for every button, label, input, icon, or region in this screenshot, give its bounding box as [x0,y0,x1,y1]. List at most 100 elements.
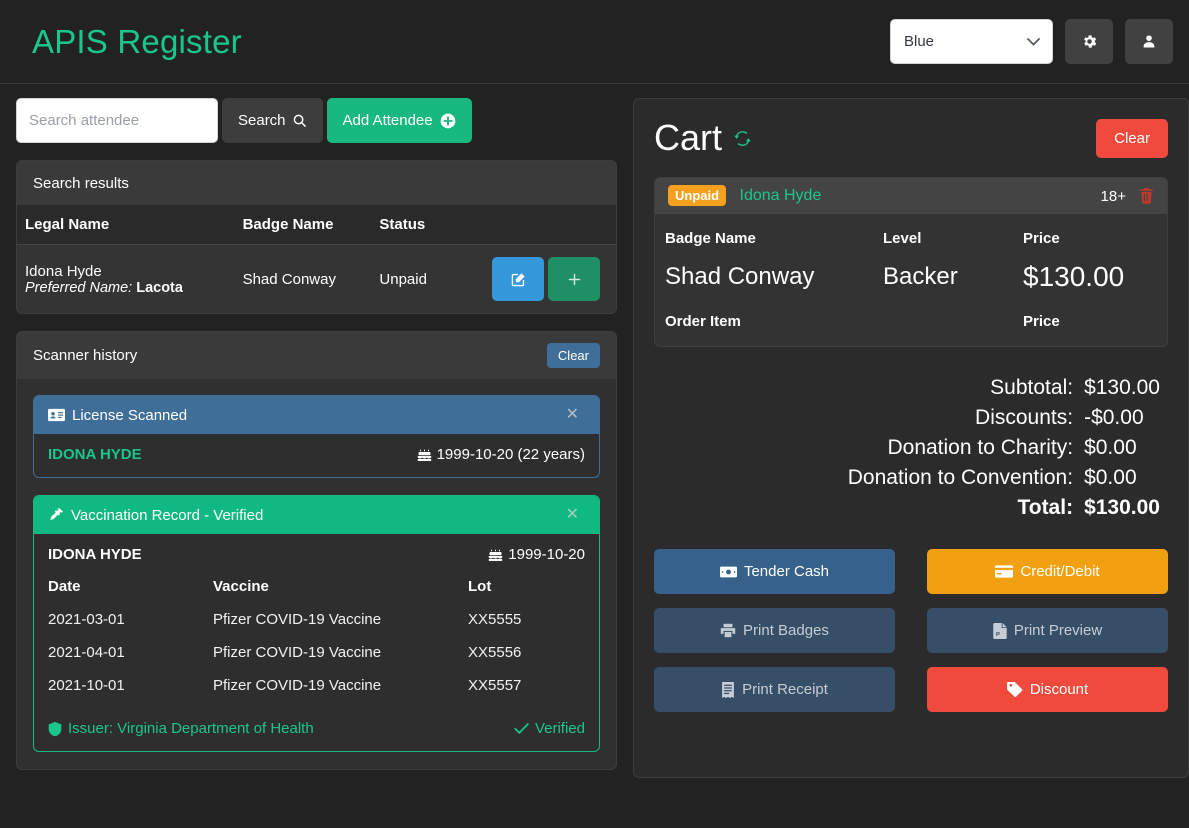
tender-cash-button[interactable]: Tender Cash [654,549,895,594]
id-card-icon [48,408,65,422]
print-receipt-label: Print Receipt [742,681,828,698]
table-row[interactable]: Idona Hyde Preferred Name: Lacota Shad C… [17,244,616,313]
cart-actions: Tender Cash Credit/Debit Print Badges P … [654,549,1168,712]
order-item-spacer [883,309,1023,334]
edit-attendee-button[interactable] [492,257,544,301]
add-attendee-button[interactable]: Add Attendee [326,98,472,143]
theme-select-wrapper[interactable]: Blue [890,19,1053,64]
cart-title-text: Cart [654,117,723,158]
license-scanned-card: License Scanned ✕ IDONA HYDE 1999-10-20 … [33,395,600,478]
svg-text:P: P [996,632,1000,638]
syringe-icon [48,507,64,523]
column-legal-name: Legal Name [17,205,235,245]
search-results-table: Legal Name Badge Name Status Idona Hyde … [17,205,616,313]
verified-text: Verified [534,720,585,737]
header-controls: Blue [890,19,1173,64]
close-icon[interactable]: ✕ [560,506,585,524]
donation-convention-value: $0.00 [1084,466,1137,489]
close-icon[interactable]: ✕ [560,406,585,424]
preferred-name-label: Preferred Name: [25,279,133,296]
print-badges-label: Print Badges [743,622,829,639]
cell-status: Unpaid [371,244,451,313]
tender-cash-label: Tender Cash [743,563,830,580]
plus-icon [566,271,583,288]
vaccination-card-header: Vaccination Record - Verified ✕ [34,496,599,534]
birthday-cake-icon [488,548,503,562]
table-header-row: Legal Name Badge Name Status [17,205,616,245]
scanner-history-panel: Scanner history Clear License Scanned ✕ … [16,331,617,770]
check-icon [514,722,529,735]
scanner-history-header: Scanner history Clear [17,332,616,379]
clear-scanner-history-button[interactable]: Clear [546,343,600,368]
totals-table: Subtotal: $130.00 Discounts: -$0.00 Dona… [848,373,1160,523]
table-row: 2021-10-01 Pfizer COVID-19 Vaccine XX555… [48,667,585,700]
vaccination-date: 2021-10-01 [48,677,125,694]
column-price: Price [1023,230,1060,247]
clear-cart-button[interactable]: Clear [1096,118,1168,158]
vaccination-dob-value: 1999-10-20 [508,546,585,563]
add-to-cart-button[interactable] [548,257,600,301]
discounts-label: Discounts: [975,406,1074,429]
print-badges-button[interactable]: Print Badges [654,608,895,653]
app-root: APIS Register Blue Search attendee Searc… [0,0,1189,828]
tag-icon [1006,682,1023,697]
donation-convention-label: Donation to Convention: [847,466,1074,489]
scanner-history-title: Scanner history [33,347,138,364]
donation-charity-label: Donation to Charity: [887,436,1074,459]
cart-panel: Cart Clear Unpaid Idona Hyde 18+ Badge N… [633,98,1189,778]
vaccination-date: 2021-04-01 [48,644,125,661]
cart-totals: Subtotal: $130.00 Discounts: -$0.00 Dona… [654,373,1168,523]
add-attendee-label: Add Attendee [342,112,433,129]
cart-item-body: Badge Name Level Price Shad Conway Backe… [655,214,1167,346]
search-results-header: Search results [17,161,616,205]
search-results-title: Search results [33,174,129,192]
cart-attendee-name[interactable]: Idona Hyde [740,187,822,204]
birthday-cake-icon [417,448,432,462]
vaccination-record-card: Vaccination Record - Verified ✕ IDONA HY… [33,495,600,752]
column-actions [450,205,616,245]
print-preview-button[interactable]: P Print Preview [927,608,1168,653]
table-row: 2021-03-01 Pfizer COVID-19 Vaccine XX555… [48,601,585,634]
account-button[interactable] [1125,19,1173,64]
search-input[interactable] [16,98,218,143]
trash-icon[interactable] [1139,188,1154,204]
discount-label: Discount [1029,681,1089,698]
user-icon [1141,33,1157,50]
cell-actions [450,244,616,313]
discount-button[interactable]: Discount [927,667,1168,712]
file-pdf-icon: P [993,622,1007,639]
cart-item-header: Unpaid Idona Hyde 18+ [655,178,1167,214]
search-results-panel: Search results Legal Name Badge Name Sta… [16,160,617,314]
gear-icon [1081,33,1098,50]
column-lot: Lot [468,578,492,595]
right-column: Cart Clear Unpaid Idona Hyde 18+ Badge N… [633,98,1189,778]
license-card-body: IDONA HYDE 1999-10-20 (22 years) [34,434,599,477]
sync-icon[interactable] [733,130,752,147]
vaccination-footer: Issuer: Virginia Department of Health Ve… [48,720,585,737]
totals-row: Donation to Charity: $0.00 [848,433,1160,463]
totals-row: Subtotal: $130.00 [848,373,1160,403]
preferred-name: Preferred Name: Lacota [25,280,227,296]
settings-button[interactable] [1065,19,1113,64]
vaccination-vaccine: Pfizer COVID-19 Vaccine [213,611,382,628]
theme-select[interactable]: Blue [890,19,1053,64]
printer-icon [720,623,736,638]
totals-row-total: Total: $130.00 [848,493,1160,523]
subtotal-label: Subtotal: [990,376,1074,399]
print-receipt-button[interactable]: Print Receipt [654,667,895,712]
plus-circle-icon [440,113,456,129]
shield-icon [48,721,62,737]
license-card-header: License Scanned ✕ [34,396,599,434]
cart-item-table: Badge Name Level Price Shad Conway Backe… [665,226,1157,334]
credit-debit-button[interactable]: Credit/Debit [927,549,1168,594]
column-badge-name: Badge Name [665,230,756,247]
totals-row: Discounts: -$0.00 [848,403,1160,433]
preferred-name-value: Lacota [136,279,183,296]
cart-price: $130.00 [1023,261,1125,292]
vaccination-lot: XX5555 [468,611,522,628]
column-date: Date [48,578,81,595]
license-name: IDONA HYDE [48,446,142,463]
column-vaccine: Vaccine [213,578,269,595]
search-button[interactable]: Search [222,98,323,143]
column-level: Level [883,230,922,247]
